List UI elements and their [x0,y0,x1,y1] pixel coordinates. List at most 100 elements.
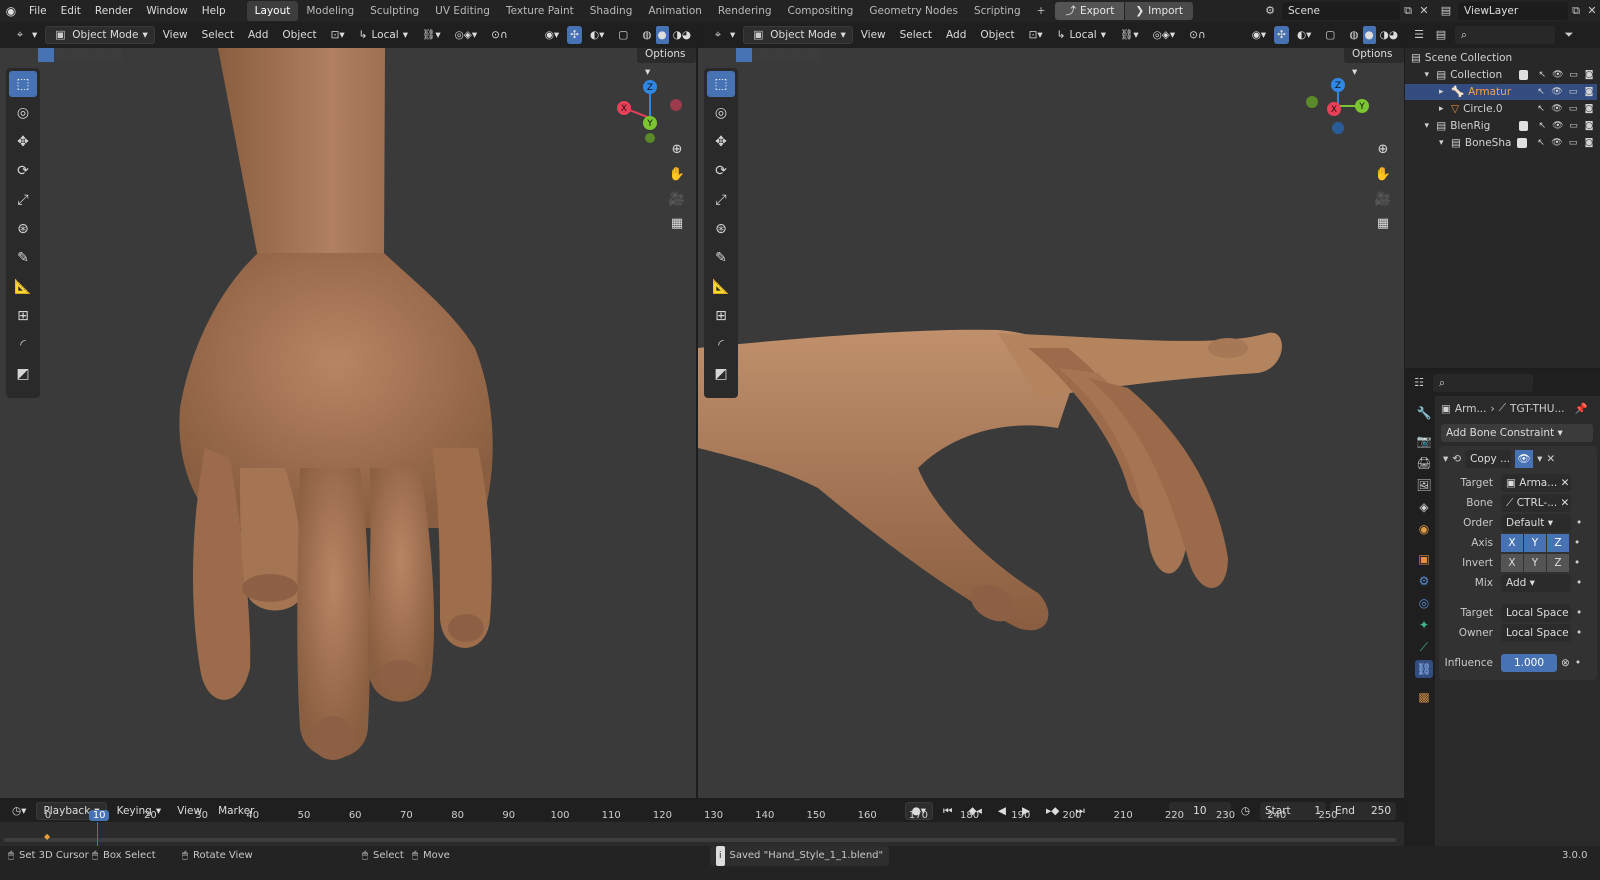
view-layer-browse-icon[interactable]: ▤ [1438,3,1454,19]
display-mode-icon[interactable]: ▤ [1433,27,1449,43]
enable-constraint-icon[interactable]: 👁 [1515,450,1534,468]
bone-field[interactable]: ⟋ CTRL-... ✕ [1501,494,1571,512]
proportional-edit-icon[interactable]: ◎◈▾ [1147,26,1182,44]
play-reverse-icon[interactable]: ◀ [992,802,1012,820]
snap-icon[interactable]: ⛓▾ [416,26,447,44]
scene-tab-icon[interactable]: ◈ [1415,498,1433,516]
tab-layout[interactable]: Layout [246,1,299,21]
outliner-editor-icon[interactable]: ☰ [1411,27,1427,43]
falloff-icon[interactable]: ⊙∩ [485,26,513,44]
view-layer-tab-icon[interactable]: 🖼 [1415,476,1433,494]
select-arrow-icon[interactable]: ↖ [1533,101,1549,117]
expand-icon[interactable]: ▸ [1439,101,1451,117]
outliner-row[interactable]: ▤ Scene Collection [1405,50,1597,66]
expand-icon[interactable]: ▾ [1439,135,1451,151]
menu-add-right[interactable]: Add [940,26,972,44]
animate-dot-icon[interactable]: • [1576,627,1582,639]
properties-search[interactable]: ⌕ [1433,374,1533,392]
axis-x-toggle[interactable]: X [1501,534,1523,552]
animate-dot-icon[interactable]: • [1574,557,1580,569]
measure-tool[interactable]: 📐 [707,274,735,300]
tab-modeling[interactable]: Modeling [298,1,362,21]
bevel-tool[interactable]: ◜ [9,332,37,358]
preview-range-icon[interactable]: ◷ [1235,802,1256,820]
tab-shading[interactable]: Shading [582,1,641,21]
annotate-tool[interactable]: ✎ [707,245,735,271]
add-bone-constraint-dropdown[interactable]: Add Bone Constraint ▾ [1441,424,1593,442]
new-scene-icon[interactable]: ⧉ [1400,3,1416,19]
menu-select-right[interactable]: Select [894,26,938,44]
mix-dropdown[interactable]: Add ▾ [1501,574,1571,592]
tab-scripting[interactable]: Scripting [966,1,1029,21]
pin-icon[interactable]: 📌 [1575,402,1588,415]
animate-dot-icon[interactable]: • [1575,657,1581,669]
delete-scene-icon[interactable]: ✕ [1416,3,1432,19]
animate-dot-icon[interactable]: • [1576,517,1582,529]
export-button[interactable]: ⤴ Export [1055,2,1125,20]
move-tool[interactable]: ✥ [707,129,735,155]
gizmo-toggle-icon[interactable]: ✣ [1274,26,1289,44]
menu-window[interactable]: Window [139,0,194,22]
camera-render-icon[interactable]: ◙ [1581,135,1597,151]
constraint-menu-icon[interactable]: ▾ [1537,453,1542,465]
exclude-checkbox[interactable] [1518,121,1529,131]
camera-icon[interactable]: 🎥 [1372,188,1394,210]
blender-logo-icon[interactable]: ◉ [0,0,22,22]
outliner-row[interactable]: ▾ ▤ BoneSha ↖ 👁 ▭ ◙ [1405,135,1597,151]
add-cube-tool[interactable]: ⊞ [707,303,735,329]
select-box-tool[interactable]: ⬚ [707,71,735,97]
disable-keep-transform-icon[interactable]: ⊗ [1561,657,1570,669]
tab-sculpting[interactable]: Sculpting [362,1,427,21]
target-field[interactable]: ▣ Arma... ✕ [1501,474,1571,492]
falloff-icon[interactable]: ⊙∩ [1183,26,1211,44]
annotate-tool[interactable]: ✎ [9,245,37,271]
expand-icon[interactable]: ▸ [1439,84,1451,100]
import-button[interactable]: ❯ Import [1125,2,1193,20]
pan-hand-icon[interactable]: ✋ [1372,163,1394,185]
scene-browse-icon[interactable]: ⚙ [1262,3,1278,19]
outliner-search[interactable]: ⌕ [1455,26,1555,44]
transform-orientation-icon[interactable]: ⊡▾ [1023,26,1049,44]
menu-view[interactable]: View [157,26,194,44]
animate-dot-icon[interactable]: • [1576,607,1582,619]
add-workspace-button[interactable]: + [1029,1,1054,21]
eye-icon[interactable]: 👁 [1550,67,1566,83]
invert-x-toggle[interactable]: X [1501,554,1523,572]
tab-animation[interactable]: Animation [640,1,710,21]
camera-render-icon[interactable]: ◙ [1581,118,1597,134]
transform-tool[interactable]: ⊛ [9,216,37,242]
object-tab-icon[interactable]: ▣ [1415,550,1433,568]
menu-edit[interactable]: Edit [54,0,88,22]
proportional-edit-icon[interactable]: ◎◈▾ [449,26,484,44]
outliner-row[interactable]: ▾ ▤ BlenRig ↖ 👁 ▭ ◙ [1405,118,1597,134]
rotate-tool[interactable]: ⟳ [9,158,37,184]
eye-icon[interactable]: 👁 [1549,135,1565,151]
extrude-tool[interactable]: ◩ [9,361,37,387]
shading-modes[interactable]: ◍ ● ◑◕ [1343,26,1404,44]
object-data-tab-icon[interactable]: ✦ [1415,616,1433,634]
properties-editor-icon[interactable]: ☷ [1411,375,1427,391]
new-view-layer-icon[interactable]: ⧉ [1568,3,1584,19]
pivot-dropdown[interactable]: ↳ Local ▾ [353,26,414,44]
monitor-icon[interactable]: ▭ [1565,101,1581,117]
menu-add[interactable]: Add [242,26,274,44]
filter-icon[interactable]: ⏷ [1561,27,1577,43]
left-3d-viewport[interactable]: Options ▾ ⬚ ◎ ✥ ⟳ ⤢ ⊛ ✎ 📐 ⊞ ◜ ◩ Z X Y ⊕ … [0,48,696,798]
menu-render[interactable]: Render [88,0,139,22]
monitor-icon[interactable]: ▭ [1566,67,1582,83]
influence-slider[interactable]: 1.000 [1501,654,1557,672]
bone-constraint-tab-icon[interactable]: ⛓ [1415,660,1433,678]
scale-tool[interactable]: ⤢ [707,187,735,213]
monitor-icon[interactable]: ▭ [1565,84,1581,100]
outliner-row[interactable]: ▸ ▽ Circle.0 ↖ 👁 ▭ ◙ [1405,101,1597,117]
jump-start-icon[interactable]: ⏮ [937,802,958,820]
outliner-row[interactable]: ▸ 🦴 Armatur ↖ 👁 ▭ ◙ [1405,84,1597,100]
overlay-icon[interactable]: ◐▾ [1291,26,1317,44]
menu-object[interactable]: Object [276,26,322,44]
world-tab-icon[interactable]: ◉ [1415,520,1433,538]
camera-render-icon[interactable]: ◙ [1581,67,1597,83]
order-dropdown[interactable]: Default ▾ [1501,514,1571,532]
bevel-tool[interactable]: ◜ [707,332,735,358]
collapse-icon[interactable]: ▾ [1443,453,1448,465]
select-box-tool[interactable]: ⬚ [9,71,37,97]
